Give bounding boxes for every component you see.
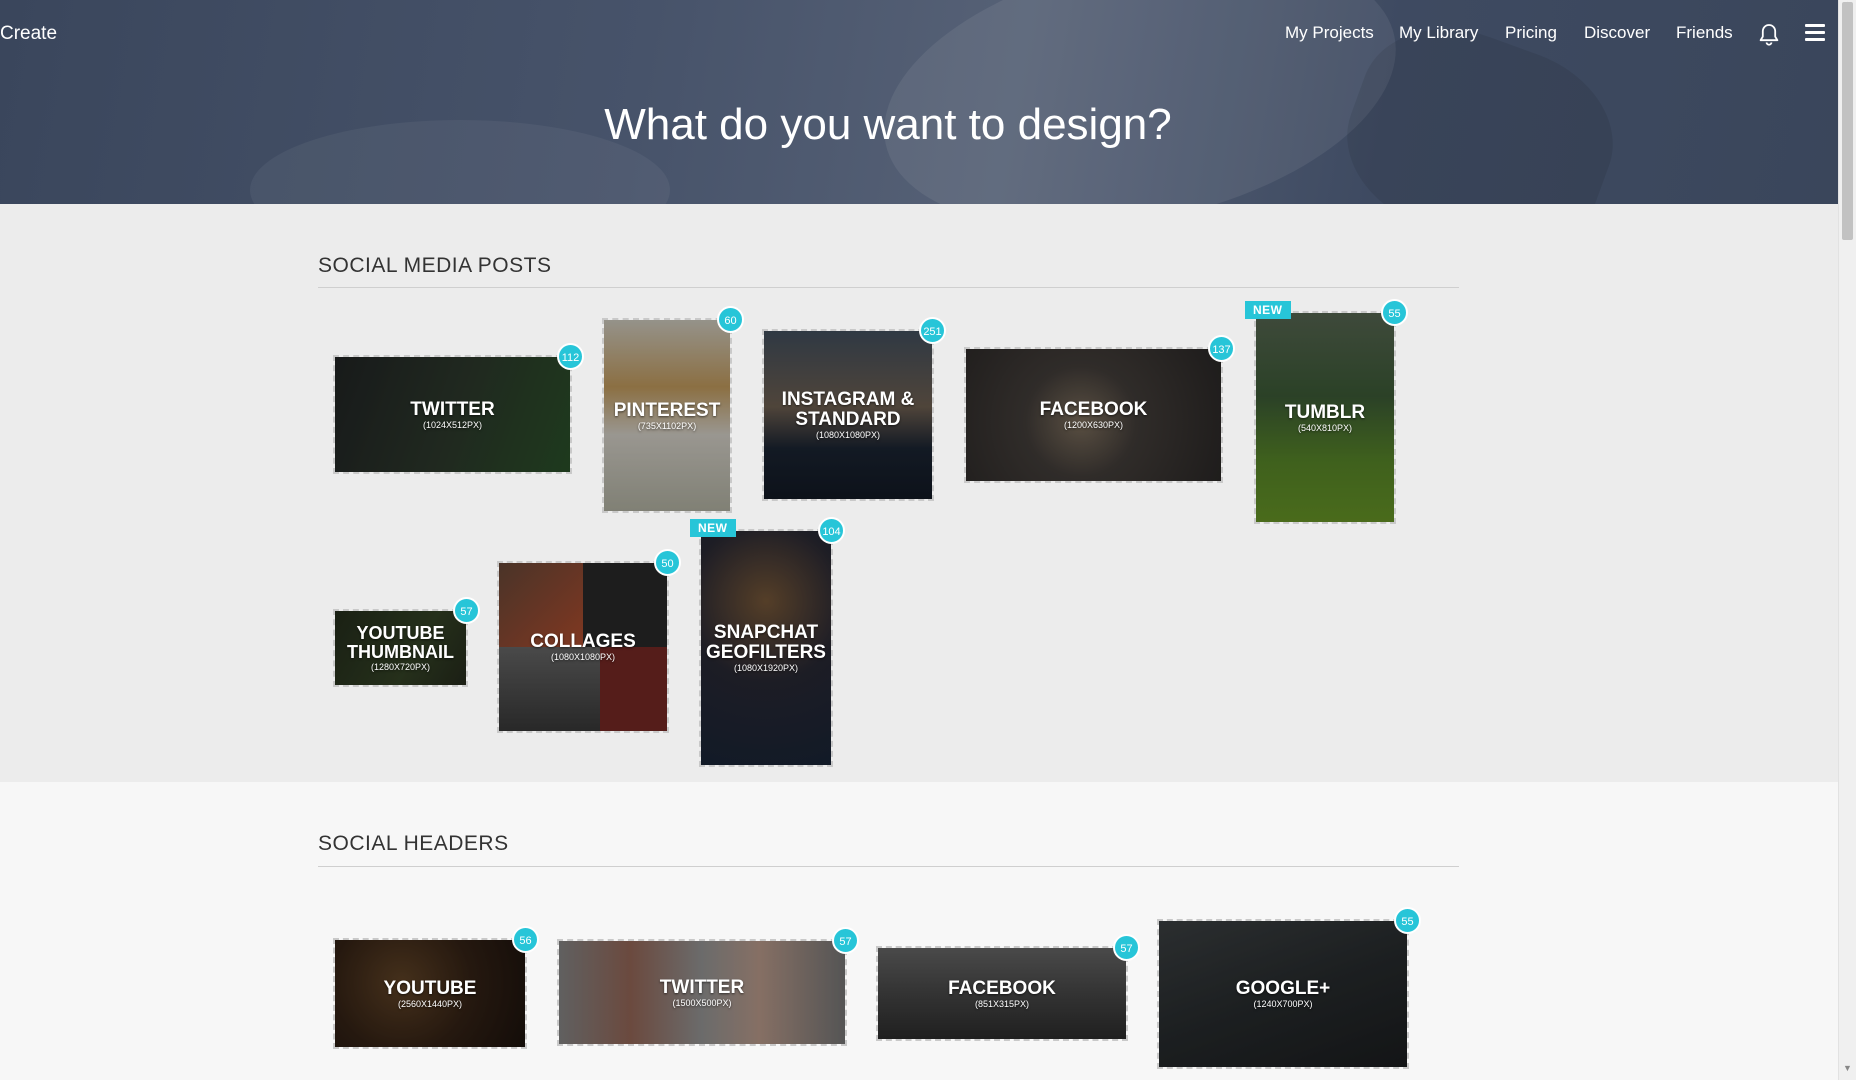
card-name: PINTEREST — [613, 399, 721, 421]
card-twitter-post[interactable]: TWITTER (1024X512PX) 112 — [333, 343, 584, 474]
template-count-badge: 57 — [453, 597, 480, 624]
card-pinterest[interactable]: PINTEREST (735X1102PX) 60 — [602, 306, 744, 513]
card-facebook-post[interactable]: FACEBOOK (1200X630PX) 137 — [964, 335, 1235, 483]
card-youtube-header[interactable]: YOUTUBE (2560X1440PX) 56 — [333, 926, 539, 1049]
template-count-badge: 60 — [717, 306, 744, 333]
card-facebook-header[interactable]: FACEBOOK (851X315PX) 57 — [876, 934, 1140, 1041]
card-name: TWITTER — [410, 398, 495, 420]
card-snapchat-geofilters[interactable]: SNAPCHAT GEOFILTERS (1080X1920PX) 104 — [699, 517, 845, 767]
scroll-down-arrow-icon[interactable]: ▼ — [1843, 1063, 1852, 1073]
card-name: SNAPCHAT GEOFILTERS — [706, 622, 826, 663]
template-count-badge: 57 — [832, 927, 859, 954]
top-nav: My Projects My Library Pricing Discover … — [0, 23, 1838, 47]
section-title: SOCIAL HEADERS — [318, 832, 509, 855]
nav-my-projects[interactable]: My Projects — [1285, 23, 1374, 43]
new-badge: NEW — [1245, 301, 1291, 319]
template-count-badge: 56 — [512, 926, 539, 953]
template-count-badge: 251 — [919, 317, 946, 344]
card-name: COLLAGES — [530, 631, 636, 652]
nav-discover[interactable]: Discover — [1584, 23, 1650, 43]
page-scrollbar[interactable]: ▲ ▼ — [1838, 0, 1856, 1080]
card-name: FACEBOOK — [948, 977, 1056, 999]
card-name: GOOGLE+ — [1235, 978, 1331, 999]
card-dimensions: (851X315PX) — [974, 998, 1030, 1009]
card-dimensions: (1080X1080PX) — [815, 430, 881, 440]
card-dimensions: (735X1102PX) — [637, 420, 697, 431]
template-count-badge: 50 — [654, 549, 681, 576]
card-dimensions: (1024X512PX) — [422, 419, 483, 430]
section-title: SOCIAL MEDIA POSTS — [318, 254, 552, 277]
section-social-media-posts: SOCIAL MEDIA POSTS TWITTER (1024X512PX) 1… — [0, 204, 1838, 782]
section-divider — [318, 866, 1459, 867]
section-divider — [318, 287, 1459, 288]
card-name: TUMBLR — [1284, 401, 1366, 423]
card-name: TWITTER — [659, 976, 745, 998]
template-count-badge: 55 — [1381, 299, 1408, 326]
card-name: YOUTUBE — [383, 977, 477, 999]
card-tumblr[interactable]: TUMBLR (540X810PX) 55 — [1254, 299, 1408, 524]
scrollbar-thumb[interactable] — [1842, 2, 1853, 240]
nav-friends[interactable]: Friends — [1676, 23, 1733, 43]
card-name: YOUTUBE THUMBNAIL — [347, 623, 454, 662]
new-badge: NEW — [690, 519, 736, 537]
template-count-badge: 137 — [1208, 335, 1235, 362]
page-title: What do you want to design? — [604, 100, 1172, 149]
card-dimensions: (1500X500PX) — [672, 997, 732, 1008]
card-youtube-thumbnail[interactable]: YOUTUBE THUMBNAIL (1280X720PX) 57 — [333, 597, 480, 687]
card-dimensions: (1200X630PX) — [1063, 420, 1124, 430]
card-name: FACEBOOK — [1039, 399, 1148, 420]
card-dimensions: (1080X1920PX) — [733, 663, 799, 673]
card-name: INSTAGRAM & STANDARD — [781, 389, 915, 430]
card-instagram-standard[interactable]: INSTAGRAM & STANDARD (1080X1080PX) 251 — [762, 317, 946, 501]
card-dimensions: (540X810PX) — [1297, 422, 1353, 433]
card-dimensions: (2560X1440PX) — [397, 998, 463, 1009]
card-dimensions: (1080X1080PX) — [550, 652, 616, 662]
section-social-headers: SOCIAL HEADERS YOUTUBE (2560X1440PX) 56 T… — [0, 782, 1838, 1080]
hamburger-menu-icon[interactable] — [1805, 24, 1825, 44]
nav-pricing[interactable]: Pricing — [1505, 23, 1557, 43]
template-count-badge: 57 — [1113, 934, 1140, 961]
card-google-plus-header[interactable]: GOOGLE+ (1240X700PX) 55 — [1157, 907, 1421, 1069]
template-count-badge: 104 — [818, 517, 845, 544]
template-count-badge: 55 — [1394, 907, 1421, 934]
card-collages[interactable]: COLLAGES (1080X1080PX) 50 — [497, 549, 681, 733]
nav-my-library[interactable]: My Library — [1399, 23, 1478, 43]
card-twitter-header[interactable]: TWITTER (1500X500PX) 57 — [557, 927, 859, 1046]
template-count-badge: 112 — [557, 343, 584, 370]
bell-icon[interactable] — [1758, 23, 1780, 47]
card-dimensions: (1280X720PX) — [370, 662, 431, 672]
card-dimensions: (1240X700PX) — [1253, 999, 1313, 1009]
hero-banner: Create My Projects My Library Pricing Di… — [0, 0, 1838, 204]
